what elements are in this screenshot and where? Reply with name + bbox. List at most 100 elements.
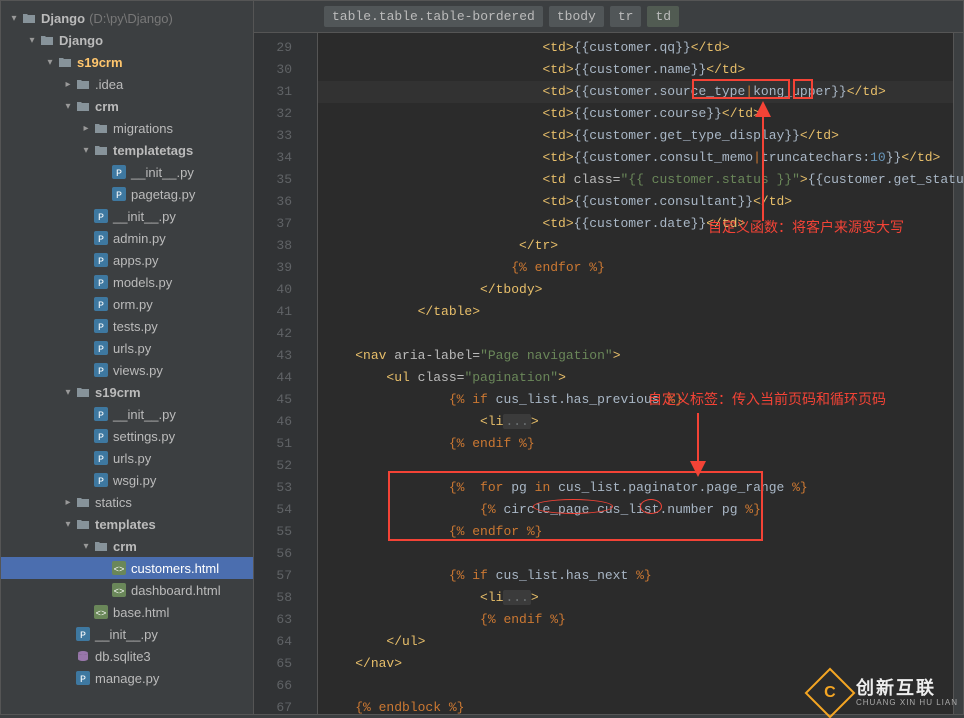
tree-arrow-icon[interactable] — [61, 519, 75, 530]
tree-arrow-icon[interactable] — [79, 145, 93, 156]
tree-item-models-py[interactable]: Pmodels.py — [1, 271, 253, 293]
line-number[interactable]: 35 — [254, 169, 292, 191]
tree-item-dashboard-html[interactable]: <>dashboard.html — [1, 579, 253, 601]
fold-gutter[interactable] — [308, 33, 318, 714]
tree-item-urls-py[interactable]: Purls.py — [1, 447, 253, 469]
tree-item-s19crm[interactable]: s19crm — [1, 51, 253, 73]
tree-item-templatetags[interactable]: templatetags — [1, 139, 253, 161]
tree-item-wsgi-py[interactable]: Pwsgi.py — [1, 469, 253, 491]
code-line[interactable]: </tr> — [318, 235, 953, 257]
tree-item-pagetag-py[interactable]: Ppagetag.py — [1, 183, 253, 205]
code-line[interactable]: {% endfor %} — [318, 257, 953, 279]
line-number[interactable]: 45 — [254, 389, 292, 411]
line-number[interactable]: 40 — [254, 279, 292, 301]
line-number[interactable]: 39 — [254, 257, 292, 279]
tree-item-templates[interactable]: templates — [1, 513, 253, 535]
tree-item-tests-py[interactable]: Ptests.py — [1, 315, 253, 337]
breadcrumb-item[interactable]: tbody — [549, 6, 604, 27]
tree-item-apps-py[interactable]: Papps.py — [1, 249, 253, 271]
tree-item-s19crm[interactable]: s19crm — [1, 381, 253, 403]
code-line[interactable] — [318, 543, 953, 565]
tree-item--init-py[interactable]: P__init__.py — [1, 205, 253, 227]
line-number[interactable]: 34 — [254, 147, 292, 169]
breadcrumb-item[interactable]: table.table.table-bordered — [324, 6, 543, 27]
line-number[interactable]: 64 — [254, 631, 292, 653]
code-line[interactable]: <td>{{customer.qq}}</td> — [318, 37, 953, 59]
tree-item--init-py[interactable]: P__init__.py — [1, 403, 253, 425]
code-area[interactable]: <td>{{customer.qq}}</td> <td>{{customer.… — [318, 33, 953, 714]
code-line[interactable]: {% endif %} — [318, 433, 953, 455]
code-line[interactable]: <td>{{customer.get_type_display}}</td> — [318, 125, 953, 147]
code-line[interactable]: <li...> — [318, 587, 953, 609]
line-gutter[interactable]: 2930313233343536373839404142434445465152… — [254, 33, 308, 714]
tree-arrow-icon[interactable] — [61, 79, 75, 90]
line-number[interactable]: 32 — [254, 103, 292, 125]
tree-arrow-icon[interactable] — [61, 497, 75, 508]
tree-item-base-html[interactable]: <>base.html — [1, 601, 253, 623]
code-line[interactable]: {% endif %} — [318, 609, 953, 631]
code-line[interactable] — [318, 323, 953, 345]
tree-item-admin-py[interactable]: Padmin.py — [1, 227, 253, 249]
line-number[interactable]: 31 — [254, 81, 292, 103]
line-number[interactable]: 57 — [254, 565, 292, 587]
tree-item-django[interactable]: Django(D:\py\Django) — [1, 7, 253, 29]
editor-scrollbar[interactable] — [953, 33, 963, 714]
tree-item-settings-py[interactable]: Psettings.py — [1, 425, 253, 447]
breadcrumb-item[interactable]: td — [647, 6, 679, 27]
line-number[interactable]: 67 — [254, 697, 292, 714]
line-number[interactable]: 55 — [254, 521, 292, 543]
tree-arrow-icon[interactable] — [43, 57, 57, 68]
tree-arrow-icon[interactable] — [79, 541, 93, 552]
tree-item-db-sqlite3[interactable]: db.sqlite3 — [1, 645, 253, 667]
line-number[interactable]: 30 — [254, 59, 292, 81]
code-line[interactable]: <td>{{customer.consultant}}</td> — [318, 191, 953, 213]
tree-item-urls-py[interactable]: Purls.py — [1, 337, 253, 359]
tree-item-migrations[interactable]: migrations — [1, 117, 253, 139]
project-tree[interactable]: Django(D:\py\Django)Djangos19crm.ideacrm… — [1, 1, 254, 714]
code-line[interactable]: <li...> — [318, 411, 953, 433]
line-number[interactable]: 41 — [254, 301, 292, 323]
tree-item--idea[interactable]: .idea — [1, 73, 253, 95]
line-number[interactable]: 65 — [254, 653, 292, 675]
code-line[interactable]: </nav> — [318, 653, 953, 675]
breadcrumb[interactable]: table.table.table-bordered tbodytrtd — [254, 1, 963, 33]
code-line[interactable]: <td class="{{ customer.status }}">{{cust… — [318, 169, 953, 191]
line-number[interactable]: 58 — [254, 587, 292, 609]
code-line[interactable]: <td>{{customer.course}}</td> — [318, 103, 953, 125]
tree-item--init-py[interactable]: P__init__.py — [1, 623, 253, 645]
line-number[interactable]: 66 — [254, 675, 292, 697]
line-number[interactable]: 46 — [254, 411, 292, 433]
tree-item-views-py[interactable]: Pviews.py — [1, 359, 253, 381]
line-number[interactable]: 42 — [254, 323, 292, 345]
breadcrumb-item[interactable]: tr — [610, 6, 642, 27]
tree-arrow-icon[interactable] — [25, 35, 39, 46]
code-line[interactable]: <td>{{customer.name}}</td> — [318, 59, 953, 81]
tree-arrow-icon[interactable] — [79, 123, 93, 134]
code-line[interactable]: </ul> — [318, 631, 953, 653]
line-number[interactable]: 37 — [254, 213, 292, 235]
tree-item-crm[interactable]: crm — [1, 95, 253, 117]
line-number[interactable]: 63 — [254, 609, 292, 631]
line-number[interactable]: 56 — [254, 543, 292, 565]
tree-item-statics[interactable]: statics — [1, 491, 253, 513]
line-number[interactable]: 43 — [254, 345, 292, 367]
line-number[interactable]: 44 — [254, 367, 292, 389]
tree-arrow-icon[interactable] — [61, 387, 75, 398]
line-number[interactable]: 54 — [254, 499, 292, 521]
tree-item--init-py[interactable]: P__init__.py — [1, 161, 253, 183]
tree-arrow-icon[interactable] — [7, 13, 21, 24]
line-number[interactable]: 36 — [254, 191, 292, 213]
code-line[interactable]: {% if cus_list.has_next %} — [318, 565, 953, 587]
tree-item-manage-py[interactable]: Pmanage.py — [1, 667, 253, 689]
line-number[interactable]: 51 — [254, 433, 292, 455]
tree-item-django[interactable]: Django — [1, 29, 253, 51]
line-number[interactable]: 38 — [254, 235, 292, 257]
line-number[interactable]: 53 — [254, 477, 292, 499]
code-line[interactable]: </tbody> — [318, 279, 953, 301]
tree-item-orm-py[interactable]: Porm.py — [1, 293, 253, 315]
tree-arrow-icon[interactable] — [61, 101, 75, 112]
tree-item-customers-html[interactable]: <>customers.html — [1, 557, 253, 579]
tree-item-crm[interactable]: crm — [1, 535, 253, 557]
code-line[interactable]: <ul class="pagination"> — [318, 367, 953, 389]
line-number[interactable]: 33 — [254, 125, 292, 147]
